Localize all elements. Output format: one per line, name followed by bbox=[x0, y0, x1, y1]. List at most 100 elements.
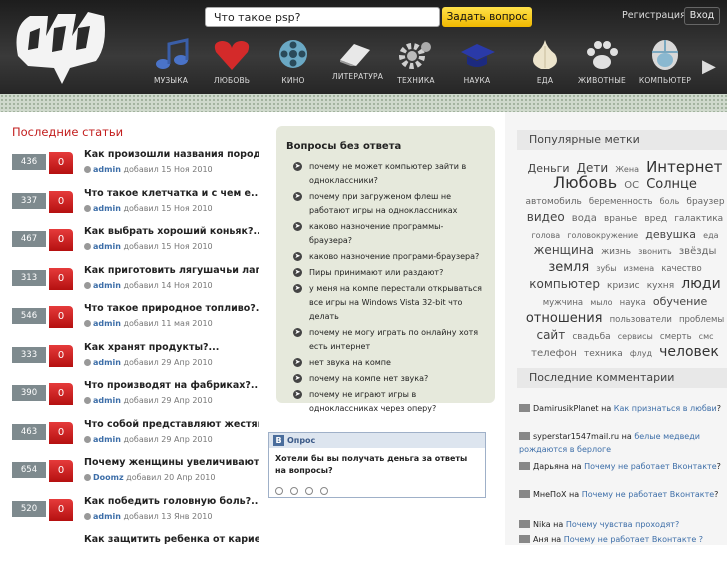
vote-button[interactable]: 0 bbox=[49, 152, 73, 174]
comment-link[interactable]: Почему не работает Вконтакте bbox=[582, 490, 714, 499]
category-literature[interactable]: ЛИТЕРАТУРА bbox=[323, 38, 385, 83]
question-item[interactable]: ➤ Пиры принимают или раздают? bbox=[286, 266, 485, 280]
tag-link[interactable]: техника bbox=[584, 349, 623, 359]
article-author[interactable]: admin bbox=[93, 435, 121, 444]
tag-link[interactable]: смерть bbox=[660, 332, 692, 342]
comment-link[interactable]: Почему не работает Вконтакте ? bbox=[564, 535, 703, 544]
question-item[interactable]: ➤ почему не играют игры в одноклассниках … bbox=[286, 388, 485, 416]
tag-link[interactable]: вред bbox=[644, 214, 667, 224]
tag-link[interactable]: люди bbox=[681, 276, 721, 292]
tag-link[interactable]: Интернет bbox=[646, 158, 722, 176]
article-title[interactable]: Как хранят продукты?... bbox=[84, 342, 259, 353]
tag-link[interactable]: Любовь bbox=[553, 173, 617, 192]
vote-button[interactable]: 0 bbox=[49, 498, 73, 521]
question-item[interactable]: ➤ каково назночение программы-браузера? bbox=[286, 220, 485, 248]
tag-link[interactable]: флуд bbox=[630, 349, 652, 358]
tag-link[interactable]: кухня bbox=[647, 281, 674, 291]
article-author[interactable]: admin bbox=[93, 319, 121, 328]
article-author[interactable]: admin bbox=[93, 358, 121, 367]
article-author[interactable]: admin bbox=[93, 204, 121, 213]
question-item[interactable]: ➤ почему не может компьютер зайти в однок… bbox=[286, 160, 485, 188]
tag-link[interactable]: Солнце bbox=[646, 177, 697, 192]
tag-link[interactable]: девушка bbox=[645, 228, 696, 241]
tag-link[interactable]: проблемы bbox=[679, 315, 724, 325]
question-item[interactable]: ➤ почему на компе нет звука? bbox=[286, 372, 485, 386]
nav-next-arrow-icon[interactable]: ▶ bbox=[702, 56, 716, 77]
tag-link[interactable]: видео bbox=[527, 210, 565, 224]
article-author[interactable]: admin bbox=[93, 512, 121, 521]
question-item[interactable]: ➤ у меня на компе перестали открываться в… bbox=[286, 282, 485, 324]
comment-link[interactable]: Почему чувства проходят? bbox=[566, 520, 679, 529]
tag-link[interactable]: звонить bbox=[638, 247, 672, 256]
tag-link[interactable]: вранье bbox=[604, 214, 637, 224]
category-food[interactable]: ЕДА bbox=[514, 38, 576, 85]
tag-link[interactable]: кризис bbox=[607, 281, 640, 291]
vote-button[interactable]: 0 bbox=[49, 421, 73, 444]
question-item[interactable]: ➤ почему при загруженом флеш не работают … bbox=[286, 190, 485, 218]
comment-link[interactable]: Почему не работает Вконтакте bbox=[584, 462, 716, 471]
tag-link[interactable]: женщина bbox=[534, 243, 594, 257]
poll-radio[interactable] bbox=[290, 487, 298, 495]
article-author[interactable]: Doomz bbox=[93, 473, 124, 482]
tag-link[interactable]: пользователи bbox=[610, 315, 672, 325]
article-title[interactable]: Что такое клетчатка и с чем е... bbox=[84, 188, 259, 199]
tag-link[interactable]: телефон bbox=[531, 348, 577, 359]
category-technics[interactable]: ТЕХНИКА bbox=[385, 38, 447, 85]
article-title[interactable]: Как выбрать хороший коньяк?... bbox=[84, 226, 259, 237]
poll-radio[interactable] bbox=[275, 487, 283, 495]
question-item[interactable]: ➤ каково назночение програми-браузера? bbox=[286, 250, 485, 264]
vote-button[interactable]: 0 bbox=[49, 344, 73, 367]
category-music[interactable]: МУЗЫКА bbox=[140, 38, 202, 85]
tag-link[interactable]: автомобиль bbox=[525, 197, 581, 207]
tag-link[interactable]: Жена bbox=[615, 165, 639, 174]
category-science[interactable]: НАУКА bbox=[446, 38, 508, 85]
tag-link[interactable]: наука bbox=[620, 298, 646, 308]
category-cinema[interactable]: КИНО bbox=[262, 38, 324, 85]
category-computer[interactable]: КОМПЬЮТЕР bbox=[634, 38, 696, 85]
site-logo[interactable] bbox=[10, 6, 110, 86]
tag-link[interactable]: компьютер bbox=[529, 277, 600, 291]
tag-link[interactable]: обучение bbox=[653, 295, 707, 308]
tag-link[interactable]: жизнь bbox=[601, 247, 631, 257]
tag-link[interactable]: боль bbox=[660, 197, 680, 206]
article-title[interactable]: Что такое природное топливо?... bbox=[84, 303, 259, 314]
poll-radio[interactable] bbox=[305, 487, 313, 495]
tag-link[interactable]: свадьба bbox=[572, 332, 610, 342]
ask-question-button[interactable]: Задать вопрос bbox=[442, 7, 532, 27]
tag-link[interactable]: головокружение bbox=[567, 231, 638, 240]
vote-button[interactable]: 0 bbox=[49, 383, 73, 405]
tag-link[interactable]: зубы bbox=[596, 264, 616, 273]
vote-button[interactable]: 0 bbox=[49, 267, 73, 290]
tag-link[interactable]: беременность bbox=[589, 197, 653, 207]
tag-link[interactable]: качество bbox=[661, 264, 701, 274]
tag-link[interactable]: земля bbox=[548, 260, 589, 275]
tag-link[interactable]: галактика bbox=[674, 214, 723, 224]
article-title[interactable]: Как приготовить лягушачьи лап... bbox=[84, 265, 259, 276]
tag-link[interactable]: вода bbox=[572, 213, 597, 224]
register-link[interactable]: Регистрация bbox=[622, 10, 686, 21]
tag-link[interactable]: сайт bbox=[536, 328, 565, 342]
article-title[interactable]: Как произошли названия пород ... bbox=[84, 149, 259, 160]
tag-link[interactable]: мужчина bbox=[543, 298, 583, 308]
tag-link[interactable]: смс bbox=[699, 332, 714, 341]
tag-link[interactable]: еда bbox=[703, 231, 718, 240]
question-item[interactable]: ➤ почему не могу играть по онлайну хотя е… bbox=[286, 326, 485, 354]
tag-link[interactable]: сервисы bbox=[618, 332, 653, 341]
article-title[interactable]: Почему женщины увеличивают гр... bbox=[84, 457, 259, 468]
category-love[interactable]: ЛЮБОВЬ bbox=[201, 38, 263, 85]
vote-button[interactable]: 0 bbox=[49, 460, 73, 482]
login-button[interactable]: Вход bbox=[684, 7, 720, 25]
comment-link[interactable]: Как признаться в любви bbox=[614, 404, 717, 413]
vote-button[interactable]: 0 bbox=[49, 229, 73, 251]
tag-link[interactable]: человек bbox=[659, 344, 719, 360]
tag-link[interactable]: измена bbox=[624, 264, 655, 273]
tag-link[interactable]: отношения bbox=[526, 311, 603, 326]
tag-link[interactable]: голова bbox=[531, 231, 560, 240]
article-author[interactable]: admin bbox=[93, 281, 121, 290]
tag-link[interactable]: звёзды bbox=[679, 246, 717, 257]
poll-radio[interactable] bbox=[320, 487, 328, 495]
article-author[interactable]: admin bbox=[93, 242, 121, 251]
article-title[interactable]: Как защитить ребенка от карие... bbox=[84, 534, 259, 545]
tag-link[interactable]: мыло bbox=[590, 298, 612, 307]
tag-link[interactable]: браузер bbox=[686, 197, 724, 207]
